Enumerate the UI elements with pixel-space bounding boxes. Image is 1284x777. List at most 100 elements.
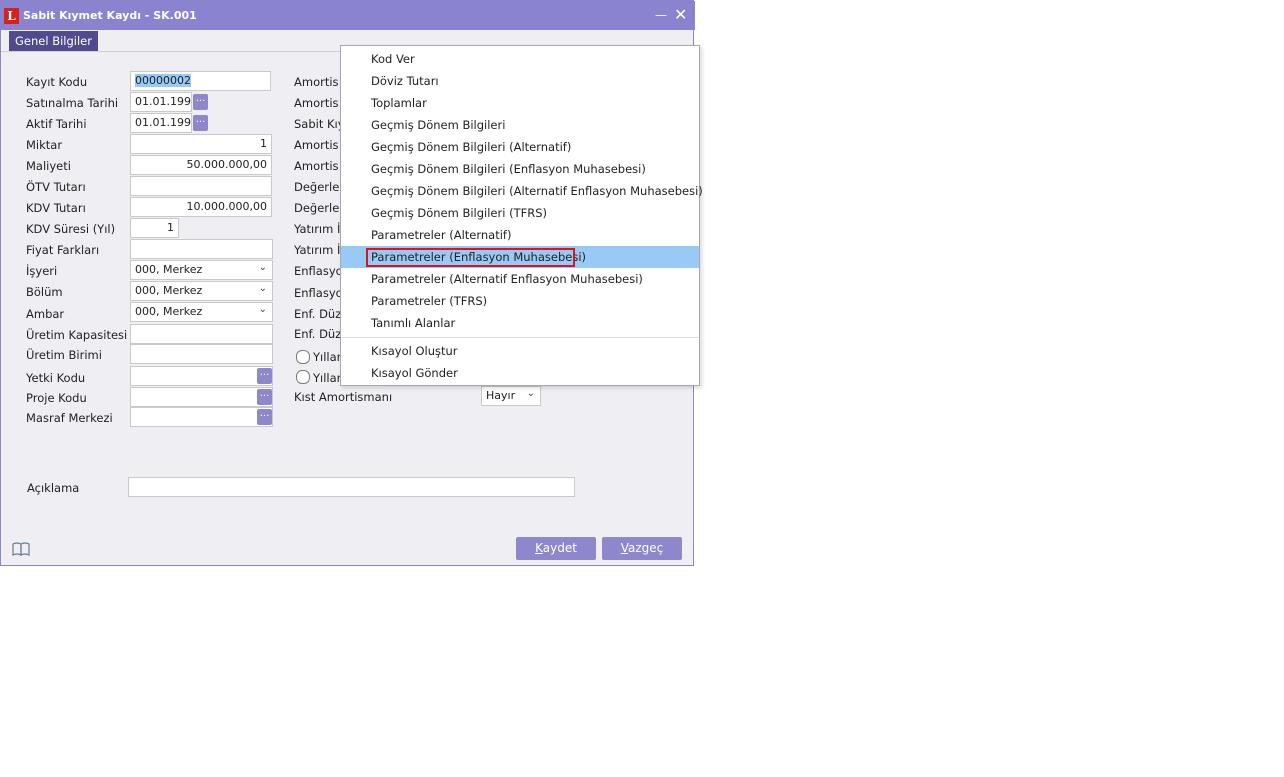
menu-item-toplamlar[interactable]: Toplamlar (341, 92, 699, 114)
uretim-kapasitesi-label: Üretim Kapasitesi (26, 328, 128, 342)
menu-item-gecmis-donem-tfrs[interactable]: Geçmiş Dönem Bilgileri (TFRS) (341, 202, 699, 224)
cancel-button[interactable]: Vazgeç (602, 537, 682, 560)
kdv-suresi-input[interactable]: 1 (130, 218, 179, 238)
chevron-down-icon: ⌄ (258, 262, 267, 273)
chevron-down-icon: ⌄ (258, 304, 267, 315)
menu-item-tanimli-alanlar[interactable]: Tanımlı Alanlar (341, 312, 699, 334)
right-label-11: Enflasyo (294, 286, 343, 300)
kist-amortismani-select[interactable]: Hayır ⌄ (481, 386, 541, 406)
app-logo-icon: L (4, 8, 19, 24)
menu-item-gecmis-donem[interactable]: Geçmiş Dönem Bilgileri (341, 114, 699, 136)
uretim-birimi-label: Üretim Birimi (26, 348, 102, 362)
masraf-merkezi-input[interactable] (130, 407, 273, 427)
menu-item-gecmis-donem-alt-enflasyon[interactable]: Geçmiş Dönem Bilgileri (Alternatif Enfla… (341, 180, 703, 202)
chevron-down-icon: ⌄ (526, 388, 535, 399)
bolum-label: Bölüm (26, 285, 63, 299)
right-label-2: Amortis (294, 96, 339, 110)
menu-item-kisayol-gonder[interactable]: Kısayol Gönder (341, 362, 699, 384)
highlight-annotation-box (366, 248, 575, 267)
menu-item-kod-ver[interactable]: Kod Ver (341, 48, 699, 70)
tab-genel-bilgiler[interactable]: Genel Bilgiler (9, 31, 98, 51)
right-label-1: Amortis (294, 75, 339, 89)
close-icon: ✕ (674, 5, 688, 24)
ambar-label: Ambar (26, 307, 65, 321)
right-label-3: Sabit Kıy (294, 117, 345, 131)
maliyeti-label: Maliyeti (26, 159, 71, 173)
proje-kodu-lookup-button[interactable]: ... (257, 389, 272, 405)
aktif-tarihi-label: Aktif Tarihi (26, 117, 87, 131)
save-button-accesskey: K (535, 541, 543, 555)
window-title: Sabit Kıymet Kaydı - SK.001 (23, 9, 197, 22)
miktar-input[interactable]: 1 (130, 134, 272, 154)
bolum-select[interactable]: 000, Merkez ⌄ (130, 281, 273, 301)
satinalma-tarihi-input[interactable]: 01.01.1991 (130, 92, 192, 112)
masraf-merkezi-lookup-button[interactable]: ... (257, 409, 272, 425)
satinalma-tarihi-picker-button[interactable]: ... (193, 94, 208, 110)
yetki-kodu-lookup-button[interactable]: ... (257, 368, 272, 384)
right-label-8: Yatırım İ (294, 222, 341, 236)
cancel-button-label: azgeç (628, 541, 664, 555)
close-button[interactable]: ✕ (674, 7, 687, 23)
isyeri-value: 000, Merkez (135, 263, 203, 276)
aciklama-input[interactable] (128, 477, 575, 497)
kdv-suresi-label: KDV Süresi (Yıl) (26, 222, 116, 236)
save-button-label: aydet (542, 541, 577, 555)
otv-tutari-input[interactable] (130, 176, 272, 196)
maliyeti-input[interactable]: 50.000.000,00 (130, 155, 272, 175)
yillar-checkbox-1[interactable] (296, 350, 310, 364)
yillar-checkbox-1-label: Yıllar (313, 350, 342, 364)
right-label-4: Amortis (294, 138, 339, 152)
uretim-birimi-input[interactable] (130, 344, 273, 364)
menu-item-parametreler-alternatif[interactable]: Parametreler (Alternatif) (341, 224, 699, 246)
aciklama-label: Açıklama (27, 481, 80, 495)
right-label-6: Değerle (294, 180, 340, 194)
right-label-13: Enf. Düz (294, 327, 342, 341)
right-label-12: Enf. Düz (294, 307, 342, 321)
ambar-select[interactable]: 000, Merkez ⌄ (130, 302, 273, 322)
miktar-label: Miktar (26, 138, 63, 152)
menu-item-kisayol-olustur[interactable]: Kısayol Oluştur (341, 340, 699, 362)
right-label-5: Amortis (294, 159, 339, 173)
menu-item-gecmis-donem-alternatif[interactable]: Geçmiş Dönem Bilgileri (Alternatif) (341, 136, 699, 158)
menu-item-parametreler-alt-enflasyon[interactable]: Parametreler (Alternatif Enflasyon Muhas… (341, 268, 699, 290)
masraf-merkezi-label: Masraf Merkezi (26, 411, 113, 425)
proje-kodu-input[interactable] (130, 387, 273, 407)
minimize-button[interactable]: — (655, 6, 667, 23)
kayit-kodu-input[interactable]: 00000002 (130, 71, 271, 91)
fiyat-farklari-input[interactable] (130, 239, 273, 259)
uretim-kapasitesi-input[interactable] (130, 324, 273, 344)
menu-item-gecmis-donem-enflasyon[interactable]: Geçmiş Dönem Bilgileri (Enflasyon Muhase… (341, 158, 699, 180)
isyeri-label: İşyeri (26, 264, 58, 278)
kdv-tutari-label: KDV Tutarı (26, 201, 86, 215)
yetki-kodu-label: Yetki Kodu (26, 371, 86, 385)
bolum-value: 000, Merkez (135, 284, 203, 297)
isyeri-select[interactable]: 000, Merkez ⌄ (130, 260, 273, 280)
right-label-7: Değerle (294, 201, 340, 215)
right-label-9: Yatırım İ (294, 243, 341, 257)
kdv-tutari-input[interactable]: 10.000.000,00 (130, 197, 272, 217)
fiyat-farklari-label: Fiyat Farkları (26, 243, 100, 257)
yetki-kodu-input[interactable] (130, 366, 273, 386)
right-label-10: Enflasyo (294, 264, 343, 278)
yillar-checkbox-2[interactable] (296, 370, 310, 384)
satinalma-tarihi-label: Satınalma Tarihi (26, 96, 119, 110)
title-bar: L Sabit Kıymet Kaydı - SK.001 — ✕ (1, 1, 695, 30)
kist-amortismani-label: Kıst Amortismanı (294, 390, 393, 404)
cancel-button-accesskey: V (620, 541, 629, 555)
ambar-value: 000, Merkez (135, 305, 203, 318)
book-icon[interactable] (12, 542, 30, 559)
proje-kodu-label: Proje Kodu (26, 391, 87, 405)
save-button[interactable]: Kaydet (516, 537, 596, 560)
otv-tutari-label: ÖTV Tutarı (26, 180, 86, 194)
menu-item-parametreler-tfrs[interactable]: Parametreler (TFRS) (341, 290, 699, 312)
menu-separator (341, 337, 699, 338)
yillar-checkbox-2-label: Yıllar (313, 371, 342, 385)
menu-item-doviz-tutari[interactable]: Döviz Tutarı (341, 70, 699, 92)
menu-item-parametreler-enflasyon[interactable]: Parametreler (Enflasyon Muhasebesi) (341, 246, 699, 268)
aktif-tarihi-picker-button[interactable]: ... (193, 115, 208, 131)
aktif-tarihi-input[interactable]: 01.01.1991 (130, 113, 192, 133)
chevron-down-icon: ⌄ (258, 283, 267, 294)
kayit-kodu-label: Kayıt Kodu (26, 75, 88, 89)
minimize-icon: — (655, 8, 667, 22)
kist-amortismani-value: Hayır (486, 389, 516, 402)
